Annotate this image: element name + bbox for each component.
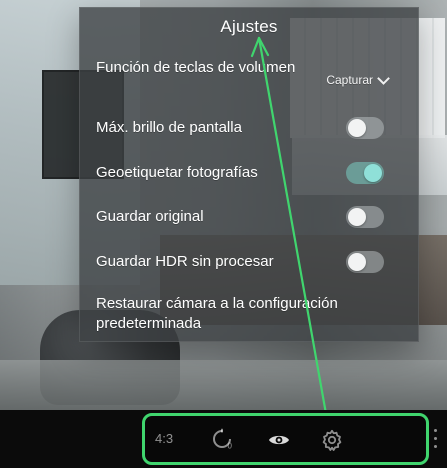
volume-keys-label: Función de teclas de volumen xyxy=(96,59,296,76)
setting-geotag[interactable]: Geoetiquetar fotografías xyxy=(96,162,402,184)
toggle-knob xyxy=(348,119,366,137)
reset-camera-label: Restaurar cámara a la configuración pred… xyxy=(96,295,338,332)
background-floor xyxy=(0,360,447,415)
setting-volume-keys[interactable]: Función de teclas de volumen Capturar xyxy=(96,58,402,102)
eye-icon[interactable] xyxy=(267,428,291,452)
settings-panel: Ajustes Función de teclas de volumen Cap… xyxy=(79,7,419,342)
toggle-knob xyxy=(348,208,366,226)
aspect-ratio-button[interactable]: 4:3 xyxy=(155,431,173,446)
volume-keys-dropdown[interactable]: Capturar xyxy=(326,70,390,90)
gear-icon[interactable] xyxy=(320,428,344,452)
save-raw-hdr-toggle[interactable] xyxy=(346,251,384,273)
timer-icon[interactable]: 0 xyxy=(211,427,235,451)
toggle-knob xyxy=(364,164,382,182)
settings-title: Ajustes xyxy=(220,17,278,36)
kebab-menu-icon[interactable] xyxy=(432,426,438,452)
toggle-knob xyxy=(348,253,366,271)
setting-save-original[interactable]: Guardar original xyxy=(96,206,402,228)
setting-max-brightness[interactable]: Máx. brillo de pantalla xyxy=(96,117,402,139)
reset-camera-settings[interactable]: Restaurar cámara a la configuración pred… xyxy=(96,294,376,334)
volume-keys-value: Capturar xyxy=(326,73,373,87)
max-brightness-toggle[interactable] xyxy=(346,117,384,139)
chevron-down-icon xyxy=(377,72,390,85)
save-original-toggle[interactable] xyxy=(346,206,384,228)
camera-screen: Ajustes Función de teclas de volumen Cap… xyxy=(0,0,447,468)
timer-subscript: 0 xyxy=(228,442,233,451)
geotag-toggle[interactable] xyxy=(346,162,384,184)
setting-save-raw-hdr[interactable]: Guardar HDR sin procesar xyxy=(96,251,402,273)
